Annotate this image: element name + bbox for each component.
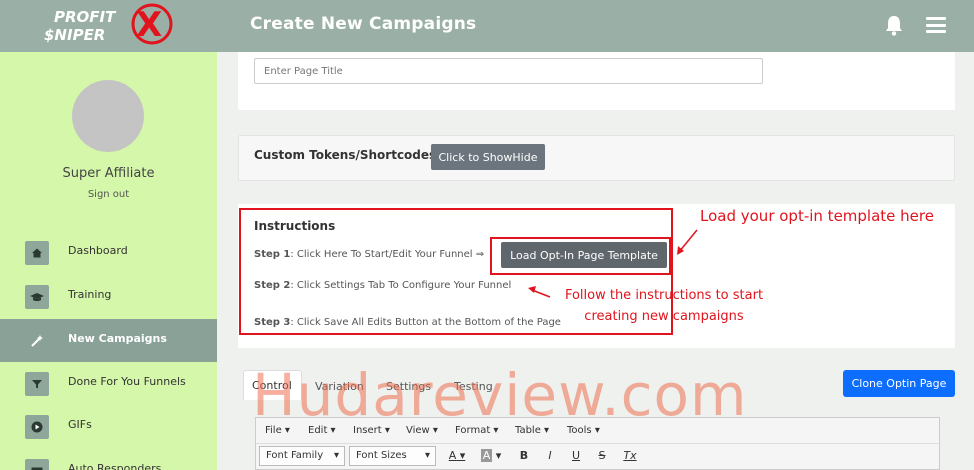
strikethrough-button[interactable]: S [592, 446, 612, 466]
underline-button[interactable]: U [566, 446, 586, 466]
text-color-button[interactable]: A ▾ [442, 446, 472, 466]
watermark: Hudareview.com [252, 361, 748, 429]
clear-formatting-button[interactable]: Tx [620, 446, 640, 466]
clone-optin-page-button[interactable]: Clone Optin Page [843, 370, 955, 397]
background-color-button[interactable]: A ▾ [476, 446, 506, 466]
italic-button[interactable]: I [540, 446, 560, 466]
font-sizes-select[interactable]: Font Sizes ▾ [349, 446, 436, 466]
font-family-select[interactable]: Font Family ▾ [259, 446, 345, 466]
bold-button[interactable]: B [514, 446, 534, 466]
